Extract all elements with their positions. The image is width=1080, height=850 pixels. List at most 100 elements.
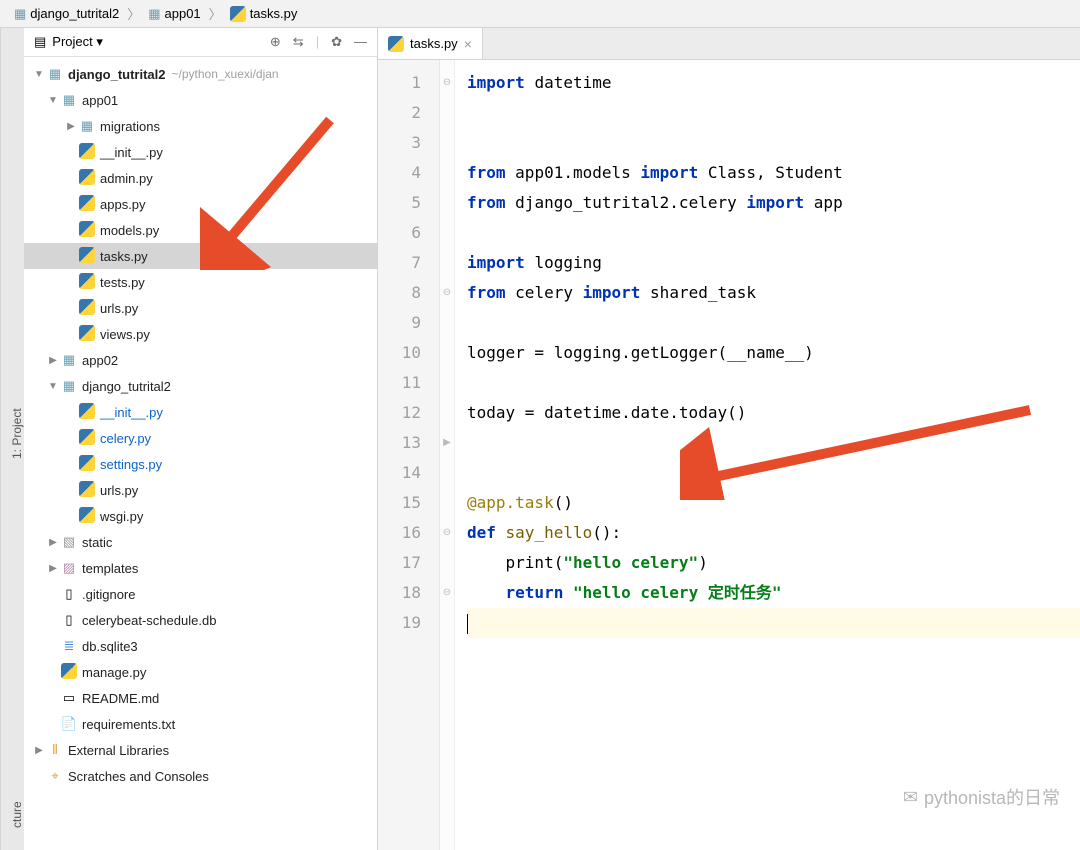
project-title[interactable]: Project ▾ [52,34,270,50]
fold-gutter[interactable]: ⊖ ⊖ ▶ ⊖ ⊖ [440,60,455,850]
fold-marker[interactable] [440,488,454,518]
folder-icon: ▦ [46,66,64,82]
code-line[interactable]: from celery import shared_task [467,278,1080,308]
fold-marker[interactable] [440,338,454,368]
code-line[interactable] [467,218,1080,248]
tree-node[interactable]: views.py [24,321,377,347]
fold-marker[interactable]: ▶ [440,428,454,458]
fold-marker[interactable]: ⊖ [440,278,454,308]
code-editor[interactable]: 12345678910111213141516171819 ⊖⊖▶⊖⊖ impo… [378,60,1080,850]
code-line[interactable] [467,458,1080,488]
code-line[interactable]: def say_hello(): [467,518,1080,548]
code-line[interactable]: import datetime [467,68,1080,98]
tree-node[interactable]: manage.py [24,659,377,685]
fold-marker[interactable]: ⊖ [440,518,454,548]
side-tab-structure[interactable]: cture [0,790,24,850]
fold-marker[interactable] [440,608,454,638]
tree-node[interactable]: 📄requirements.txt [24,711,377,737]
tree-node[interactable]: ▼▦app01 [24,87,377,113]
tree-node[interactable]: admin.py [24,165,377,191]
tree-node[interactable]: ▯.gitignore [24,581,377,607]
fold-marker[interactable] [440,248,454,278]
tree-node[interactable]: ▶▦app02 [24,347,377,373]
fold-marker[interactable] [440,368,454,398]
tree-node[interactable]: tasks.py [24,243,377,269]
fold-marker[interactable]: ⊖ [440,578,454,608]
tab-tasks-py[interactable]: tasks.py × [378,28,483,59]
tree-node[interactable]: urls.py [24,295,377,321]
breadcrumb-item[interactable]: ▦app01 [142,4,206,24]
tree-node[interactable]: ▭README.md [24,685,377,711]
code-line[interactable]: from django_tutrital2.celery import app [467,188,1080,218]
side-tab-project[interactable]: 1: Project [0,28,24,850]
fold-marker[interactable] [440,98,454,128]
tree-node[interactable]: urls.py [24,477,377,503]
expand-arrow-icon[interactable]: ▶ [46,537,60,548]
expand-arrow-icon[interactable]: ▶ [32,745,46,756]
code-line[interactable] [467,308,1080,338]
code-line[interactable] [467,98,1080,128]
gear-icon[interactable]: ✿ [331,34,342,50]
tree-label: .gitignore [82,587,135,602]
code-line[interactable]: logger = logging.getLogger(__name__) [467,338,1080,368]
fold-marker[interactable] [440,128,454,158]
tree-node[interactable]: ▼▦django_tutrital2~/python_xuexi/djan [24,61,377,87]
tree-node[interactable]: __init__.py [24,139,377,165]
fold-marker[interactable] [440,458,454,488]
expand-arrow-icon[interactable]: ▶ [46,355,60,366]
collapse-icon[interactable]: ⇆ [293,34,304,50]
tree-node[interactable]: ▯celerybeat-schedule.db [24,607,377,633]
expand-arrow-icon[interactable]: ▶ [64,121,78,132]
tree-node[interactable]: ▶▦migrations [24,113,377,139]
tree-node[interactable]: ▶▨templates [24,555,377,581]
tree-node[interactable]: wsgi.py [24,503,377,529]
code-line[interactable]: import logging [467,248,1080,278]
code-line[interactable]: from app01.models import Class, Student [467,158,1080,188]
tree-node[interactable]: apps.py [24,191,377,217]
line-number: 1 [378,68,439,98]
py-icon [230,6,246,22]
breadcrumb-item[interactable]: ▦django_tutrital2 [8,4,125,24]
close-icon[interactable]: × [464,36,472,52]
tree-node[interactable]: ▶▧static [24,529,377,555]
code-line[interactable]: return "hello celery 定时任务" [467,578,1080,608]
tree-node[interactable]: ▼▦django_tutrital2 [24,373,377,399]
fold-marker[interactable] [440,548,454,578]
project-tree[interactable]: ▼▦django_tutrital2~/python_xuexi/djan▼▦a… [24,57,377,850]
fold-marker[interactable] [440,308,454,338]
tree-note: ~/python_xuexi/djan [172,67,279,81]
code-line[interactable]: print("hello celery") [467,548,1080,578]
fold-marker[interactable]: ⊖ [440,68,454,98]
breadcrumb-item[interactable]: tasks.py [224,4,304,24]
expand-arrow-icon[interactable]: ▶ [46,563,60,574]
expand-arrow-icon[interactable]: ▼ [46,381,60,392]
tree-node[interactable]: ▶⫴External Libraries [24,737,377,763]
code-line[interactable] [467,368,1080,398]
expand-arrow-icon[interactable]: ▼ [32,69,46,80]
fold-marker[interactable] [440,398,454,428]
tree-node[interactable]: celery.py [24,425,377,451]
code-line[interactable] [467,128,1080,158]
tree-label: __init__.py [100,405,163,420]
code-line[interactable]: today = datetime.date.today() [467,398,1080,428]
tree-node[interactable]: __init__.py [24,399,377,425]
code-content[interactable]: import datetime from app01.models import… [455,60,1080,850]
minimize-icon[interactable]: — [354,34,367,50]
tree-node[interactable]: ⌖Scratches and Consoles [24,763,377,789]
line-number: 11 [378,368,439,398]
code-line[interactable]: @app.task() [467,488,1080,518]
fold-marker[interactable] [440,158,454,188]
line-number: 6 [378,218,439,248]
py-icon [78,299,96,318]
code-line[interactable] [467,608,1080,638]
tree-node[interactable]: settings.py [24,451,377,477]
code-line[interactable] [467,428,1080,458]
fold-marker[interactable] [440,188,454,218]
expand-arrow-icon[interactable]: ▼ [46,95,60,106]
tree-label: External Libraries [68,743,169,758]
tree-node[interactable]: models.py [24,217,377,243]
target-icon[interactable]: ⊕ [270,34,281,50]
tree-node[interactable]: ≣db.sqlite3 [24,633,377,659]
tree-node[interactable]: tests.py [24,269,377,295]
fold-marker[interactable] [440,218,454,248]
